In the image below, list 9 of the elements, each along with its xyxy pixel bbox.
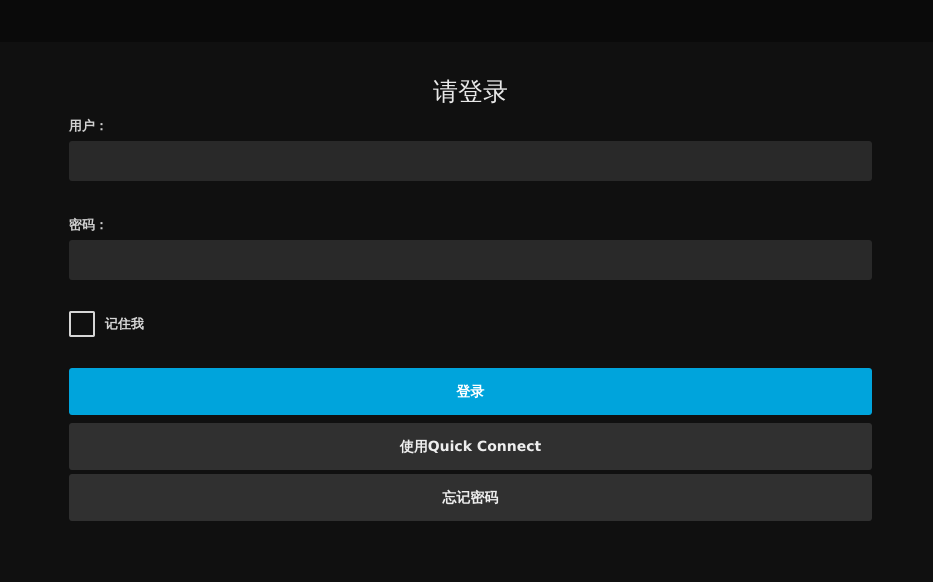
- remember-label: 记住我: [105, 316, 144, 333]
- remember-checkbox[interactable]: [69, 311, 95, 337]
- field-label: 密码：: [69, 217, 108, 235]
- username-field[interactable]: [69, 141, 872, 181]
- field-label: 用户：: [69, 118, 108, 136]
- login-title: 请登录: [432, 76, 509, 108]
- password-field[interactable]: [69, 240, 872, 280]
- secondary-button[interactable]: 使用Quick Connect: [69, 423, 872, 470]
- secondary-button[interactable]: 忘记密码: [69, 474, 872, 521]
